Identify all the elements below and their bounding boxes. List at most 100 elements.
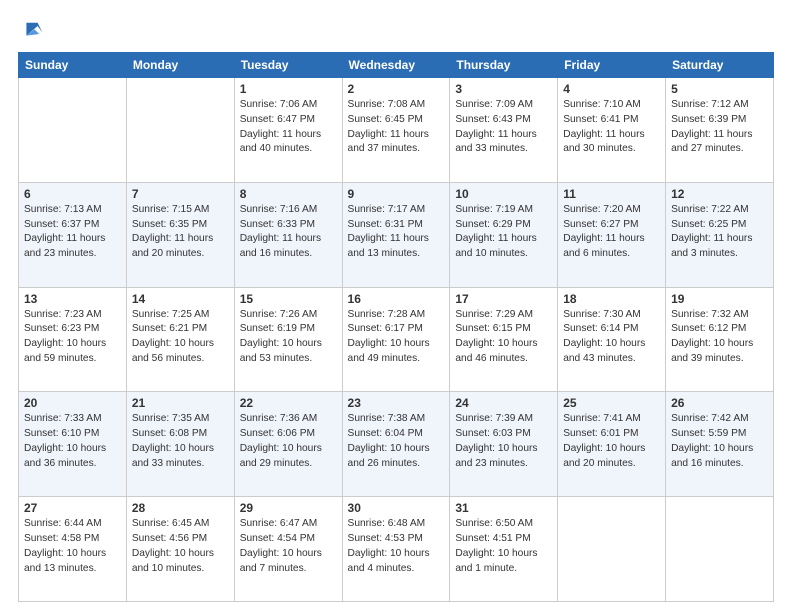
calendar-cell: 3Sunrise: 7:09 AMSunset: 6:43 PMDaylight… [450,78,558,183]
calendar-cell: 7 Sunrise: 7:15 AMSunset: 6:35 PMDaylight… [126,182,234,287]
cell-info: Sunrise: 7:12 AMSunset: 6:39 PMDaylight:… [671,98,768,157]
cell-info: Sunrise: 7:25 AMSunset: 6:21 PMDaylight:… [132,308,229,367]
day-number: 13 [24,292,121,306]
day-number: 21 [132,396,229,410]
calendar-cell: 8 Sunrise: 7:16 AMSunset: 6:33 PMDaylight… [234,182,342,287]
cell-info: Sunrise: 6:50 AMSunset: 4:51 PMDaylight:… [455,517,552,576]
calendar-header-sunday: Sunday [19,53,127,78]
day-number: 17 [455,292,552,306]
day-number: 7 [132,187,229,201]
day-number: 9 [348,187,445,201]
calendar-cell: 25 Sunrise: 7:41 AMSunset: 6:01 PMDayligh… [558,392,666,497]
calendar-cell: 16 Sunrise: 7:28 AMSunset: 6:17 PMDayligh… [342,287,450,392]
calendar-cell: 18Sunrise: 7:30 AMSunset: 6:14 PMDayligh… [558,287,666,392]
cell-info: Sunrise: 7:36 AMSunset: 6:06 PMDaylight:… [240,412,337,471]
calendar-week-row: 27 Sunrise: 6:44 AMSunset: 4:58 PMDayligh… [19,497,774,602]
header [18,18,774,42]
cell-info: Sunrise: 7:15 AMSunset: 6:35 PMDaylight:… [132,203,229,262]
day-number: 16 [348,292,445,306]
calendar-cell: 11 Sunrise: 7:20 AMSunset: 6:27 PMDayligh… [558,182,666,287]
day-number: 28 [132,501,229,515]
day-number: 26 [671,396,768,410]
cell-info: Sunrise: 7:42 AMSunset: 5:59 PMDaylight:… [671,412,768,471]
cell-info: Sunrise: 7:22 AMSunset: 6:25 PMDaylight:… [671,203,768,262]
calendar-header-thursday: Thursday [450,53,558,78]
day-number: 2 [348,82,445,96]
cell-info: Sunrise: 7:29 AMSunset: 6:15 PMDaylight:… [455,308,552,367]
cell-info: Sunrise: 7:35 AMSunset: 6:08 PMDaylight:… [132,412,229,471]
cell-info: Sunrise: 6:47 AMSunset: 4:54 PMDaylight:… [240,517,337,576]
calendar-header-wednesday: Wednesday [342,53,450,78]
calendar-week-row: 20Sunrise: 7:33 AMSunset: 6:10 PMDayligh… [19,392,774,497]
cell-info: Sunrise: 7:16 AMSunset: 6:33 PMDaylight:… [240,203,337,262]
day-number: 14 [132,292,229,306]
calendar-cell: 2 Sunrise: 7:08 AMSunset: 6:45 PMDaylight… [342,78,450,183]
calendar-cell: 12 Sunrise: 7:22 AMSunset: 6:25 PMDayligh… [666,182,774,287]
day-number: 12 [671,187,768,201]
calendar-cell: 4 Sunrise: 7:10 AMSunset: 6:41 PMDaylight… [558,78,666,183]
calendar-cell: 23 Sunrise: 7:38 AMSunset: 6:04 PMDayligh… [342,392,450,497]
logo [18,18,44,42]
cell-info: Sunrise: 7:33 AMSunset: 6:10 PMDaylight:… [24,412,121,471]
calendar-cell: 14 Sunrise: 7:25 AMSunset: 6:21 PMDayligh… [126,287,234,392]
calendar-cell: 20Sunrise: 7:33 AMSunset: 6:10 PMDayligh… [19,392,127,497]
cell-info: Sunrise: 7:10 AMSunset: 6:41 PMDaylight:… [563,98,660,157]
cell-info: Sunrise: 6:48 AMSunset: 4:53 PMDaylight:… [348,517,445,576]
calendar-cell: 21 Sunrise: 7:35 AMSunset: 6:08 PMDayligh… [126,392,234,497]
day-number: 23 [348,396,445,410]
day-number: 4 [563,82,660,96]
day-number: 10 [455,187,552,201]
calendar-week-row: 1Sunrise: 7:06 AMSunset: 6:47 PMDaylight… [19,78,774,183]
calendar-cell: 1Sunrise: 7:06 AMSunset: 6:47 PMDaylight… [234,78,342,183]
calendar-week-row: 13 Sunrise: 7:23 AMSunset: 6:23 PMDayligh… [19,287,774,392]
cell-info: Sunrise: 7:19 AMSunset: 6:29 PMDaylight:… [455,203,552,262]
calendar-cell: 29 Sunrise: 6:47 AMSunset: 4:54 PMDayligh… [234,497,342,602]
cell-info: Sunrise: 7:06 AMSunset: 6:47 PMDaylight:… [240,98,337,157]
calendar-cell: 30 Sunrise: 6:48 AMSunset: 4:53 PMDayligh… [342,497,450,602]
calendar-cell: 5Sunrise: 7:12 AMSunset: 6:39 PMDaylight… [666,78,774,183]
calendar-cell: 13 Sunrise: 7:23 AMSunset: 6:23 PMDayligh… [19,287,127,392]
calendar-header-monday: Monday [126,53,234,78]
cell-info: Sunrise: 7:13 AMSunset: 6:37 PMDaylight:… [24,203,121,262]
calendar-week-row: 6Sunrise: 7:13 AMSunset: 6:37 PMDaylight… [19,182,774,287]
calendar-cell: 15 Sunrise: 7:26 AMSunset: 6:19 PMDayligh… [234,287,342,392]
cell-info: Sunrise: 7:26 AMSunset: 6:19 PMDaylight:… [240,308,337,367]
day-number: 27 [24,501,121,515]
calendar-header-row: SundayMondayTuesdayWednesdayThursdayFrid… [19,53,774,78]
cell-info: Sunrise: 7:17 AMSunset: 6:31 PMDaylight:… [348,203,445,262]
day-number: 22 [240,396,337,410]
cell-info: Sunrise: 7:23 AMSunset: 6:23 PMDaylight:… [24,308,121,367]
cell-info: Sunrise: 7:08 AMSunset: 6:45 PMDaylight:… [348,98,445,157]
calendar-cell: 27 Sunrise: 6:44 AMSunset: 4:58 PMDayligh… [19,497,127,602]
calendar-cell: 6Sunrise: 7:13 AMSunset: 6:37 PMDaylight… [19,182,127,287]
cell-info: Sunrise: 6:44 AMSunset: 4:58 PMDaylight:… [24,517,121,576]
day-number: 31 [455,501,552,515]
cell-info: Sunrise: 7:38 AMSunset: 6:04 PMDaylight:… [348,412,445,471]
calendar-cell: 10 Sunrise: 7:19 AMSunset: 6:29 PMDayligh… [450,182,558,287]
calendar-header-friday: Friday [558,53,666,78]
logo-icon [20,18,44,42]
day-number: 11 [563,187,660,201]
day-number: 29 [240,501,337,515]
calendar-cell [666,497,774,602]
cell-info: Sunrise: 7:30 AMSunset: 6:14 PMDaylight:… [563,308,660,367]
cell-info: Sunrise: 7:32 AMSunset: 6:12 PMDaylight:… [671,308,768,367]
calendar-header-tuesday: Tuesday [234,53,342,78]
cell-info: Sunrise: 7:28 AMSunset: 6:17 PMDaylight:… [348,308,445,367]
calendar-header-saturday: Saturday [666,53,774,78]
day-number: 19 [671,292,768,306]
calendar-cell: 26 Sunrise: 7:42 AMSunset: 5:59 PMDayligh… [666,392,774,497]
calendar-cell [126,78,234,183]
calendar-cell [19,78,127,183]
day-number: 15 [240,292,337,306]
day-number: 8 [240,187,337,201]
day-number: 25 [563,396,660,410]
cell-info: Sunrise: 7:41 AMSunset: 6:01 PMDaylight:… [563,412,660,471]
calendar-cell: 19 Sunrise: 7:32 AMSunset: 6:12 PMDayligh… [666,287,774,392]
cell-info: Sunrise: 7:39 AMSunset: 6:03 PMDaylight:… [455,412,552,471]
day-number: 30 [348,501,445,515]
calendar-cell: 17 Sunrise: 7:29 AMSunset: 6:15 PMDayligh… [450,287,558,392]
cell-info: Sunrise: 7:20 AMSunset: 6:27 PMDaylight:… [563,203,660,262]
calendar-cell: 28Sunrise: 6:45 AMSunset: 4:56 PMDayligh… [126,497,234,602]
calendar-cell [558,497,666,602]
